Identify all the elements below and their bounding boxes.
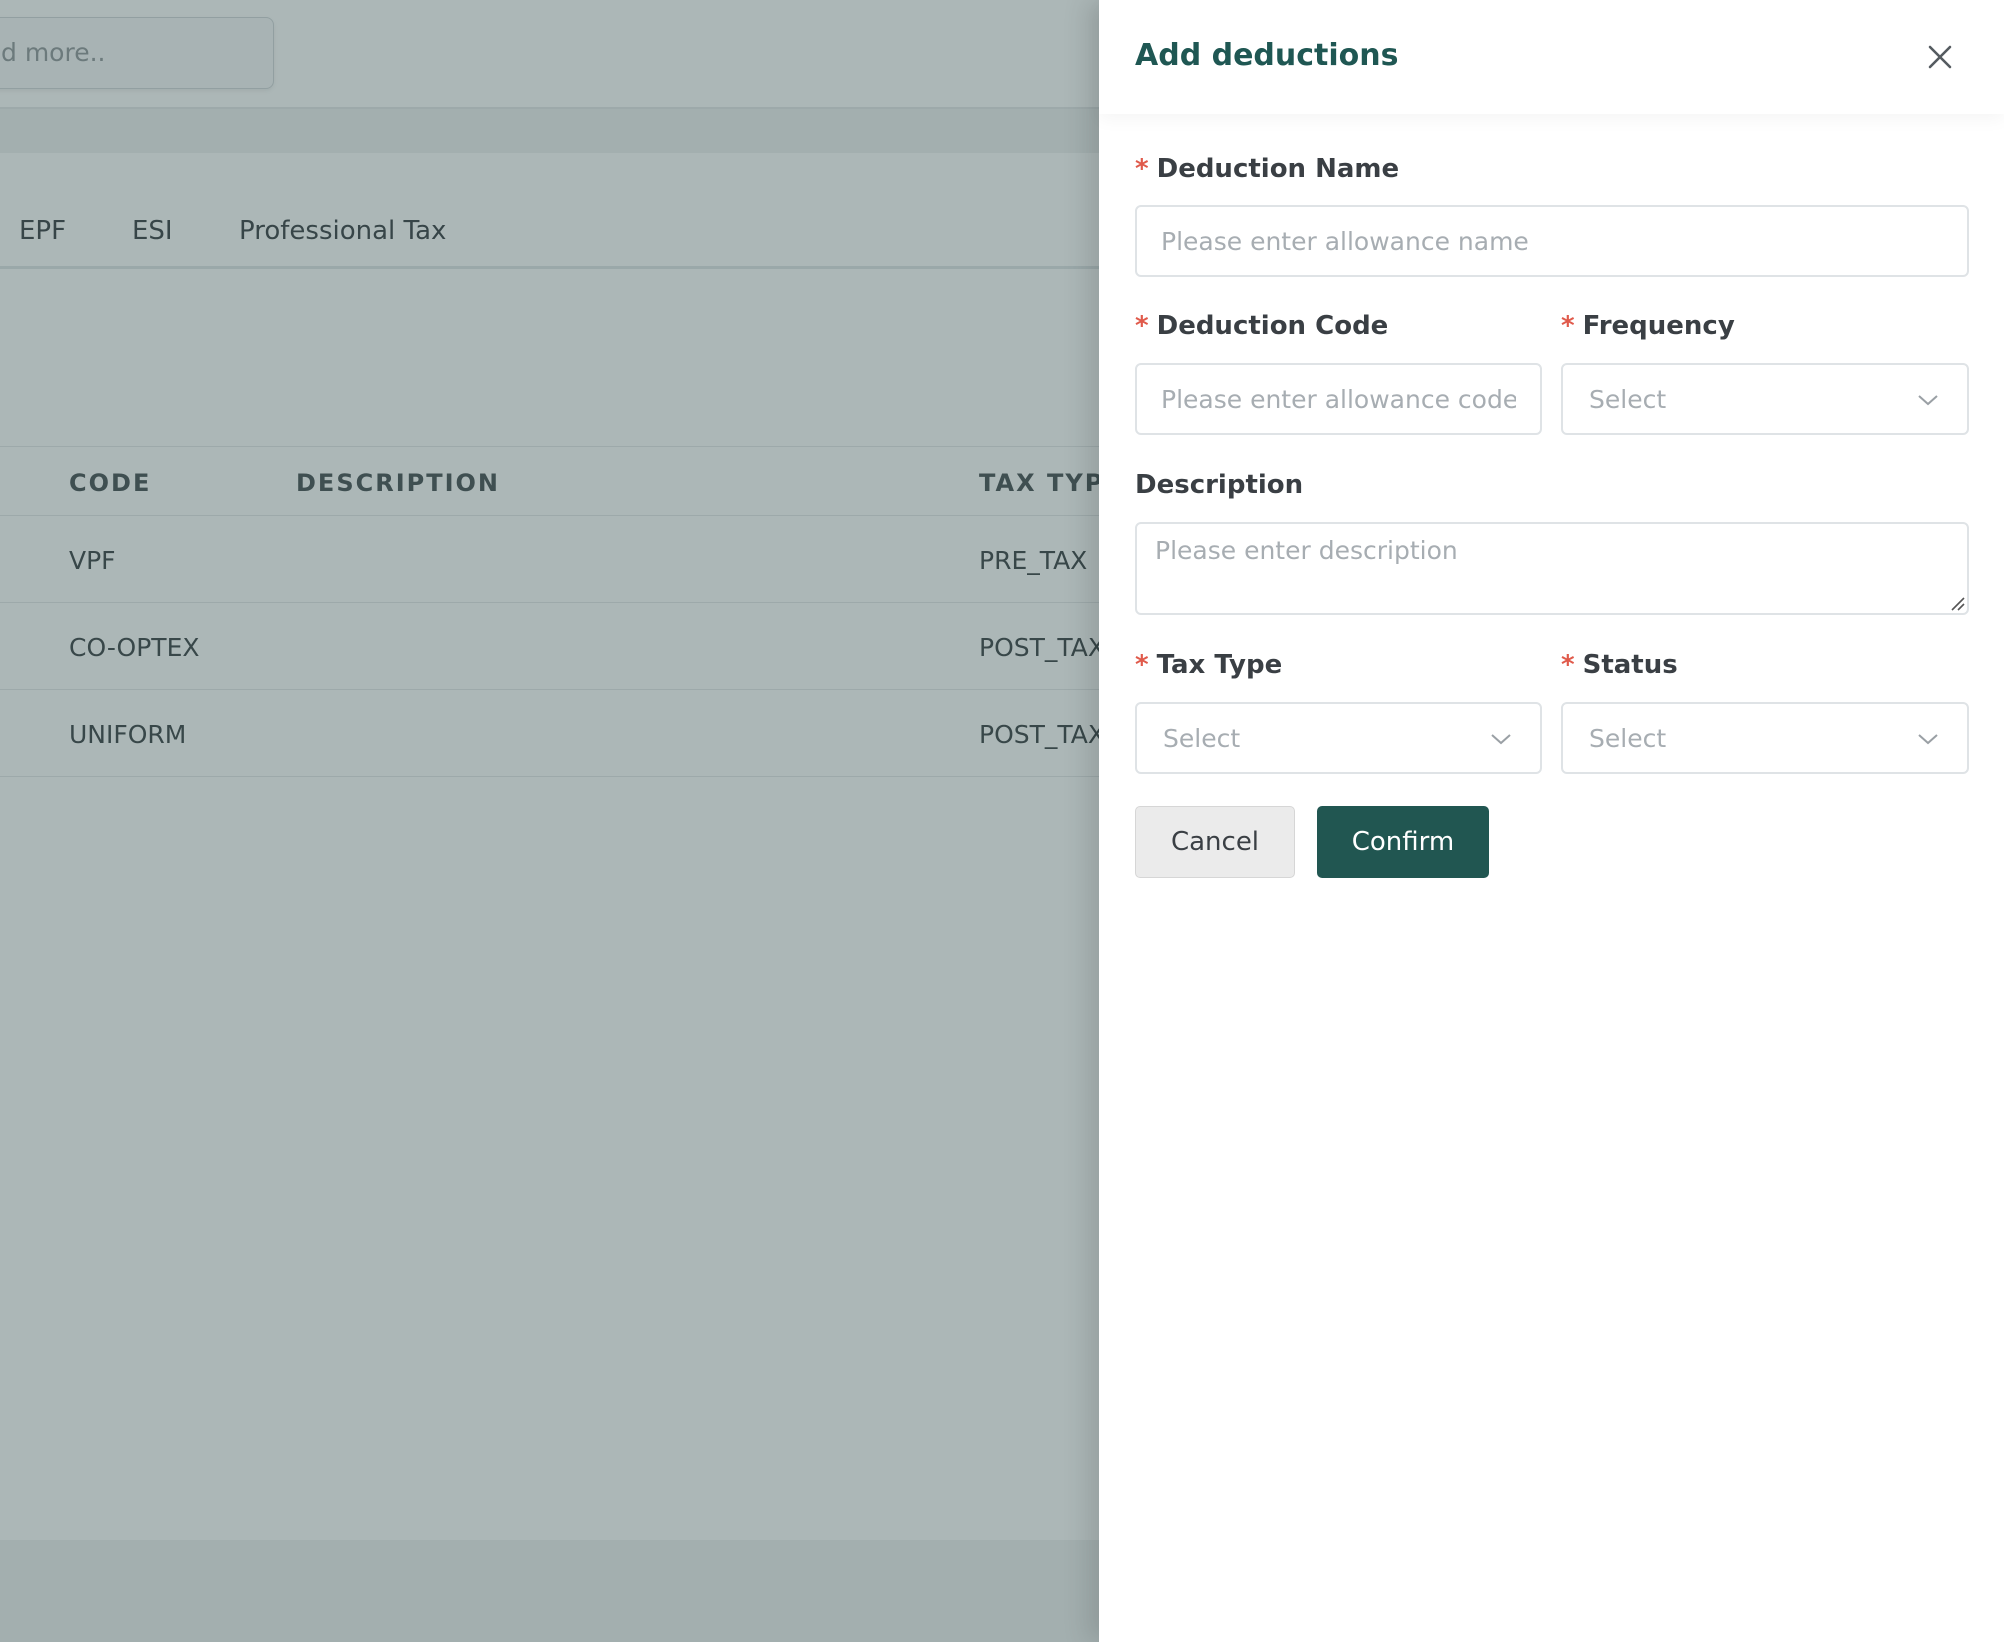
frequency-label: * Frequency [1561,311,1735,341]
modal-overlay[interactable] [0,0,1100,1642]
tax-type-label: * Tax Type [1135,650,1282,680]
status-label: * Status [1561,650,1678,680]
deduction-name-input[interactable] [1137,207,1967,275]
status-label-text: Status [1582,650,1678,680]
deduction-name-field [1135,205,1969,277]
required-mark: * [1135,650,1149,680]
close-button[interactable] [1923,40,1957,74]
deduction-code-field [1135,363,1542,435]
chevron-down-icon [1491,734,1511,745]
frequency-select[interactable]: Select [1561,363,1969,435]
status-select-value: Select [1589,724,1667,753]
confirm-button[interactable]: Confirm [1317,806,1489,878]
deduction-name-label-text: Deduction Name [1156,154,1400,184]
tax-type-label-text: Tax Type [1156,650,1283,680]
required-mark: * [1561,311,1575,341]
resize-grip-icon[interactable] [1949,595,1965,611]
tax-type-select-value: Select [1163,724,1241,753]
chevron-down-icon [1918,734,1938,745]
chevron-down-icon [1918,395,1938,406]
drawer-title: Add deductions [1135,38,1399,73]
deduction-code-label-text: Deduction Code [1156,311,1389,341]
frequency-label-text: Frequency [1582,311,1735,341]
status-select[interactable]: Select [1561,702,1969,774]
add-deductions-drawer: Add deductions *Deduction Name *Deductio… [1099,0,2004,1642]
description-field [1135,522,1969,615]
required-mark: * [1561,650,1575,680]
deduction-code-label: * Deduction Code [1135,311,1388,341]
required-mark: * [1135,154,1149,184]
frequency-select-value: Select [1589,385,1667,414]
description-label-text: Description [1135,470,1304,500]
required-mark: * [1135,311,1149,341]
tax-type-select[interactable]: Select [1135,702,1542,774]
deduction-name-label: * Deduction Name [1135,154,1399,184]
close-icon [1928,45,1952,69]
description-label: Description [1135,470,1303,500]
cancel-button[interactable]: Cancel [1135,806,1295,878]
description-textarea[interactable] [1137,524,1967,613]
drawer-header: Add deductions [1099,0,2004,114]
deduction-code-input[interactable] [1137,365,1540,433]
